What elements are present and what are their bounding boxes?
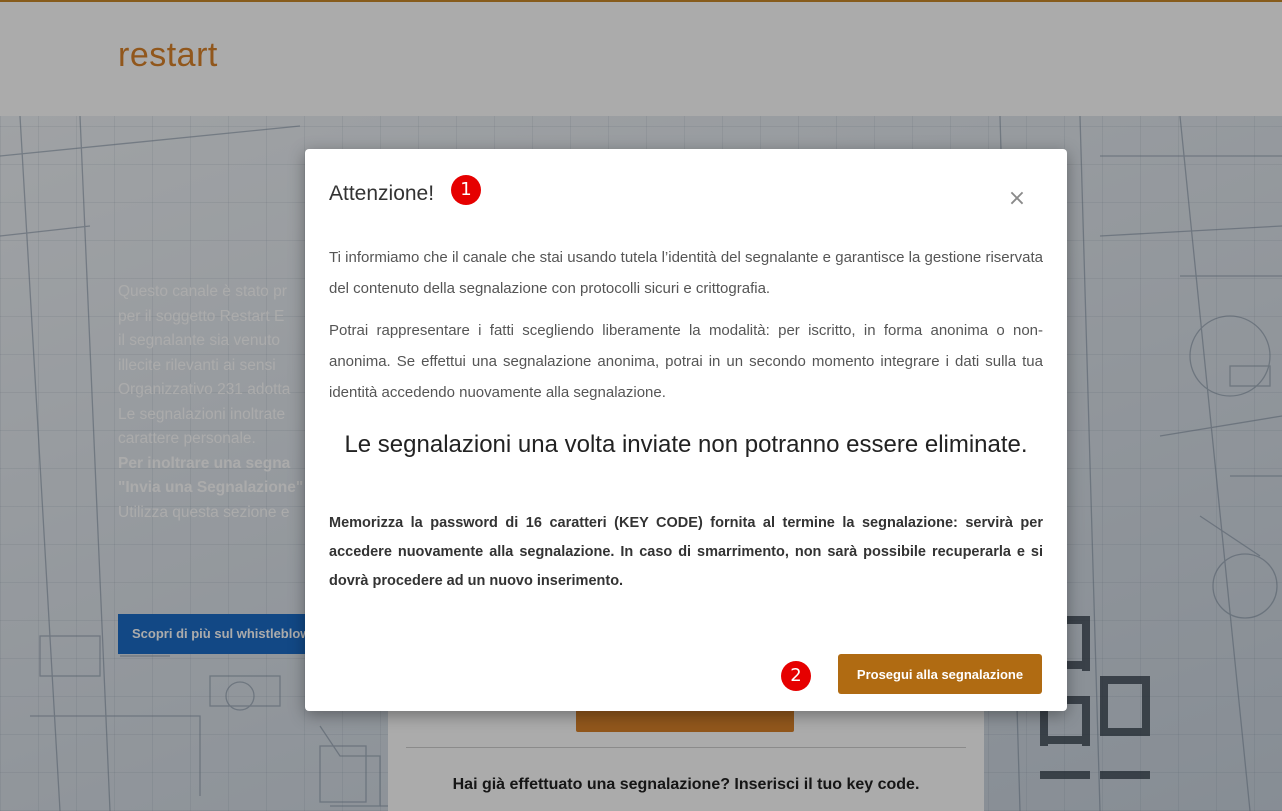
modal-title: Attenzione! xyxy=(329,182,435,205)
annotation-badge-2: 2 xyxy=(781,661,811,691)
modal-paragraph-modality: Potrai rappresentare i fatti scegliendo … xyxy=(329,322,1043,401)
attention-modal: Attenzione! × Ti informiamo che il canal… xyxy=(305,149,1067,711)
modal-warning-heading: Le segnalazioni una volta inviate non po… xyxy=(344,431,1028,458)
modal-paragraph-keycode: Memorizza la password di 16 caratteri (K… xyxy=(329,515,1043,589)
proceed-to-report-button[interactable]: Prosegui alla segnalazione xyxy=(838,654,1042,694)
close-icon[interactable]: × xyxy=(1005,187,1029,211)
modal-paragraph-identity: Ti informiamo che il canale che stai usa… xyxy=(329,249,1043,297)
annotation-badge-1: 1 xyxy=(451,175,481,205)
